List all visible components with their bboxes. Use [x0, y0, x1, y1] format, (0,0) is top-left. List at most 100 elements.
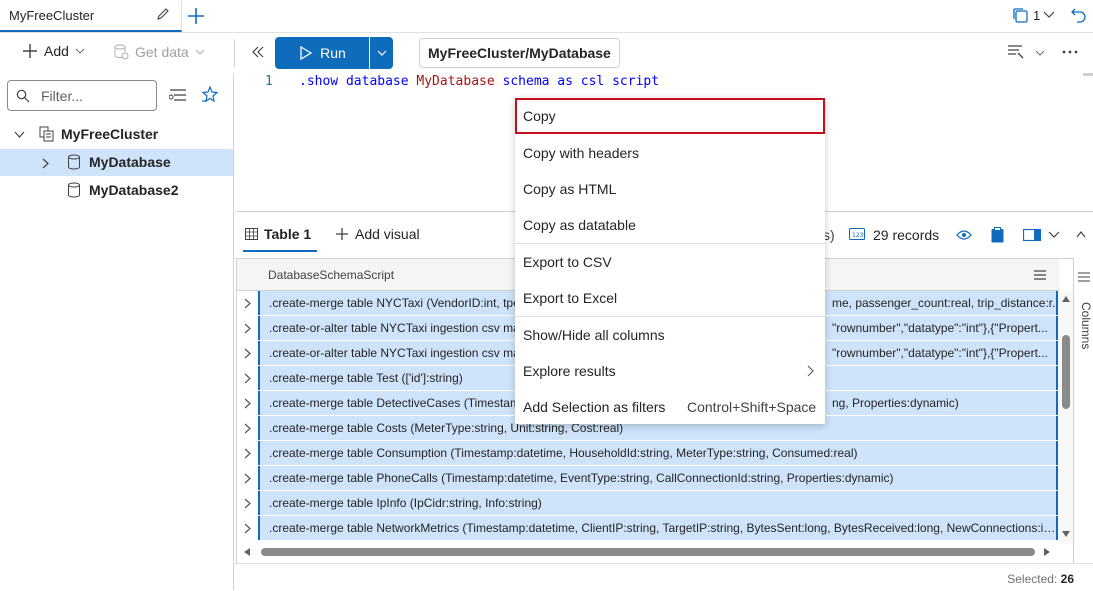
line-number: 1	[265, 74, 273, 89]
chevron-down-icon[interactable]	[1035, 49, 1045, 57]
columns-side-panel[interactable]: Columns	[1073, 258, 1093, 563]
query-line[interactable]: .show database MyDatabase schema as csl …	[299, 74, 659, 89]
add-button-label: Add	[44, 43, 69, 59]
database-icon	[68, 182, 80, 198]
columns-icon	[1078, 272, 1090, 282]
query-entity: MyDatabase	[416, 74, 495, 89]
query-keyword: .show database	[299, 74, 409, 89]
active-tab-indicator	[243, 250, 317, 252]
scroll-down-icon[interactable]	[1062, 531, 1070, 537]
chevron-right-icon	[42, 158, 49, 169]
row-expand-icon[interactable]	[237, 516, 258, 541]
row-expand-icon[interactable]	[237, 441, 258, 466]
status-bar: Selected: 26	[235, 563, 1093, 591]
schema-script-cell[interactable]: .create-merge table IpInfo (IpCidr:strin…	[258, 491, 1058, 515]
horizontal-scroll-thumb[interactable]	[261, 548, 1035, 556]
favorites-icon[interactable]	[201, 86, 219, 104]
row-expand-icon[interactable]	[237, 366, 258, 391]
column-header[interactable]: DatabaseSchemaScript	[268, 268, 394, 282]
clipboard-icon[interactable]	[991, 227, 1004, 243]
row-expand-icon[interactable]	[237, 491, 258, 516]
chevron-down-icon[interactable]	[1043, 10, 1055, 20]
layout-icon[interactable]	[1023, 229, 1041, 241]
tree-item-cluster[interactable]: MyFreeCluster	[0, 121, 233, 148]
chevron-down-icon[interactable]	[1048, 231, 1060, 239]
column-menu-icon[interactable]	[1034, 270, 1046, 280]
format-query-icon[interactable]	[1007, 44, 1025, 60]
table-row[interactable]: .create-merge table NetworkMetrics (Time…	[237, 516, 1073, 541]
menu-item-explore-results[interactable]: Explore results	[515, 353, 825, 389]
tree-item-mydatabase2[interactable]: MyDatabase2	[0, 177, 233, 204]
plus-icon	[336, 228, 348, 240]
run-options-button[interactable]	[370, 37, 393, 69]
row-expand-icon[interactable]	[237, 316, 258, 341]
filter-options-icon[interactable]	[169, 88, 187, 102]
query-tab[interactable]: MyFreeCluster	[0, 0, 182, 32]
tab-table-1[interactable]: Table 1	[245, 226, 311, 242]
connection-pane: Filter... MyFreeCluster MyDatabase MyDat…	[0, 73, 234, 590]
scope-selector[interactable]: MyFreeCluster/MyDatabase	[419, 38, 620, 68]
more-options-icon[interactable]	[1062, 50, 1078, 54]
cell-text-tail: ng, Properties:dynamic)	[832, 396, 959, 410]
schema-script-cell[interactable]: .create-merge table Consumption (Timesta…	[258, 441, 1058, 465]
query-tab-title: MyFreeCluster	[9, 8, 95, 23]
get-data-button[interactable]: Get data	[113, 43, 205, 61]
menu-item-copy-as-datatable[interactable]: Copy as datatable	[515, 207, 825, 243]
menu-item-copy-as-html[interactable]: Copy as HTML	[515, 171, 825, 207]
svg-text:123: 123	[852, 232, 864, 239]
collapse-pane-icon[interactable]	[251, 45, 265, 59]
tree-cluster-label: MyFreeCluster	[61, 126, 159, 142]
run-button[interactable]: Run	[275, 37, 369, 69]
vertical-scroll-thumb[interactable]	[1062, 335, 1070, 409]
menu-item-copy[interactable]: Copy	[515, 98, 825, 134]
menu-item-label: Show/Hide all columns	[523, 327, 665, 343]
menu-item-export-excel[interactable]: Export to Excel	[515, 280, 825, 316]
plus-icon	[23, 44, 37, 58]
row-expand-icon[interactable]	[237, 341, 258, 366]
menu-item-label: Copy	[523, 108, 556, 124]
undo-icon[interactable]	[1071, 6, 1087, 24]
schema-script-cell[interactable]: .create-merge table NetworkMetrics (Time…	[258, 516, 1058, 540]
add-button[interactable]: Add	[22, 43, 85, 59]
tree-database-label: MyDatabase2	[89, 182, 179, 198]
table-row[interactable]: .create-merge table Consumption (Timesta…	[237, 441, 1073, 466]
menu-item-show-hide-columns[interactable]: Show/Hide all columns	[515, 317, 825, 353]
new-tab-icon[interactable]	[186, 6, 206, 26]
scroll-up-icon[interactable]	[1062, 296, 1070, 302]
menu-item-label: Explore results	[523, 363, 616, 379]
add-visual-button[interactable]: Add visual	[335, 226, 420, 242]
row-expand-icon[interactable]	[237, 466, 258, 491]
cell-text: .create-or-alter table NYCTaxi ingestion…	[269, 346, 520, 360]
cell-text-tail: "rownumber","datatype":"int"},{"Propert.…	[832, 321, 1048, 335]
table-row[interactable]: .create-merge table IpInfo (IpCidr:strin…	[237, 491, 1073, 516]
scroll-left-icon[interactable]	[244, 548, 250, 556]
tabs-list-icon[interactable]	[1011, 6, 1029, 24]
eye-icon[interactable]	[956, 229, 972, 241]
row-expand-icon[interactable]	[237, 391, 258, 416]
chevron-right-icon	[807, 365, 814, 377]
table-row[interactable]: .create-merge table PhoneCalls (Timestam…	[237, 466, 1073, 491]
vertical-scrollbar[interactable]	[1059, 291, 1073, 543]
menu-item-label: Copy with headers	[523, 145, 639, 161]
cell-text: .create-merge table DetectiveCases (Time…	[269, 396, 520, 410]
selected-status: Selected: 26	[1007, 572, 1074, 586]
edit-icon[interactable]	[156, 7, 170, 21]
schema-script-cell[interactable]: .create-merge table PhoneCalls (Timestam…	[258, 466, 1058, 490]
scroll-right-icon[interactable]	[1044, 548, 1050, 556]
menu-item-label: Copy as datatable	[523, 217, 636, 233]
filter-input[interactable]: Filter...	[7, 80, 157, 111]
cell-text: .create-merge table NetworkMetrics (Time…	[269, 521, 1058, 535]
horizontal-scrollbar[interactable]	[237, 545, 1059, 559]
menu-item-copy-with-headers[interactable]: Copy with headers	[515, 135, 825, 171]
database-icon	[68, 154, 80, 170]
cell-text: .create-or-alter table NYCTaxi ingestion…	[269, 321, 520, 335]
selected-label: Selected:	[1007, 572, 1058, 586]
row-expand-icon[interactable]	[237, 416, 258, 441]
menu-item-label: Add Selection as filters	[523, 399, 666, 415]
menu-item-export-csv[interactable]: Export to CSV	[515, 244, 825, 280]
row-expand-icon[interactable]	[237, 291, 258, 316]
tree-item-mydatabase[interactable]: MyDatabase	[0, 149, 233, 176]
record-count-icon: 123	[849, 228, 865, 240]
menu-item-add-selection-filters[interactable]: Add Selection as filters Control+Shift+S…	[515, 389, 825, 425]
chevron-up-icon[interactable]	[1076, 231, 1086, 238]
